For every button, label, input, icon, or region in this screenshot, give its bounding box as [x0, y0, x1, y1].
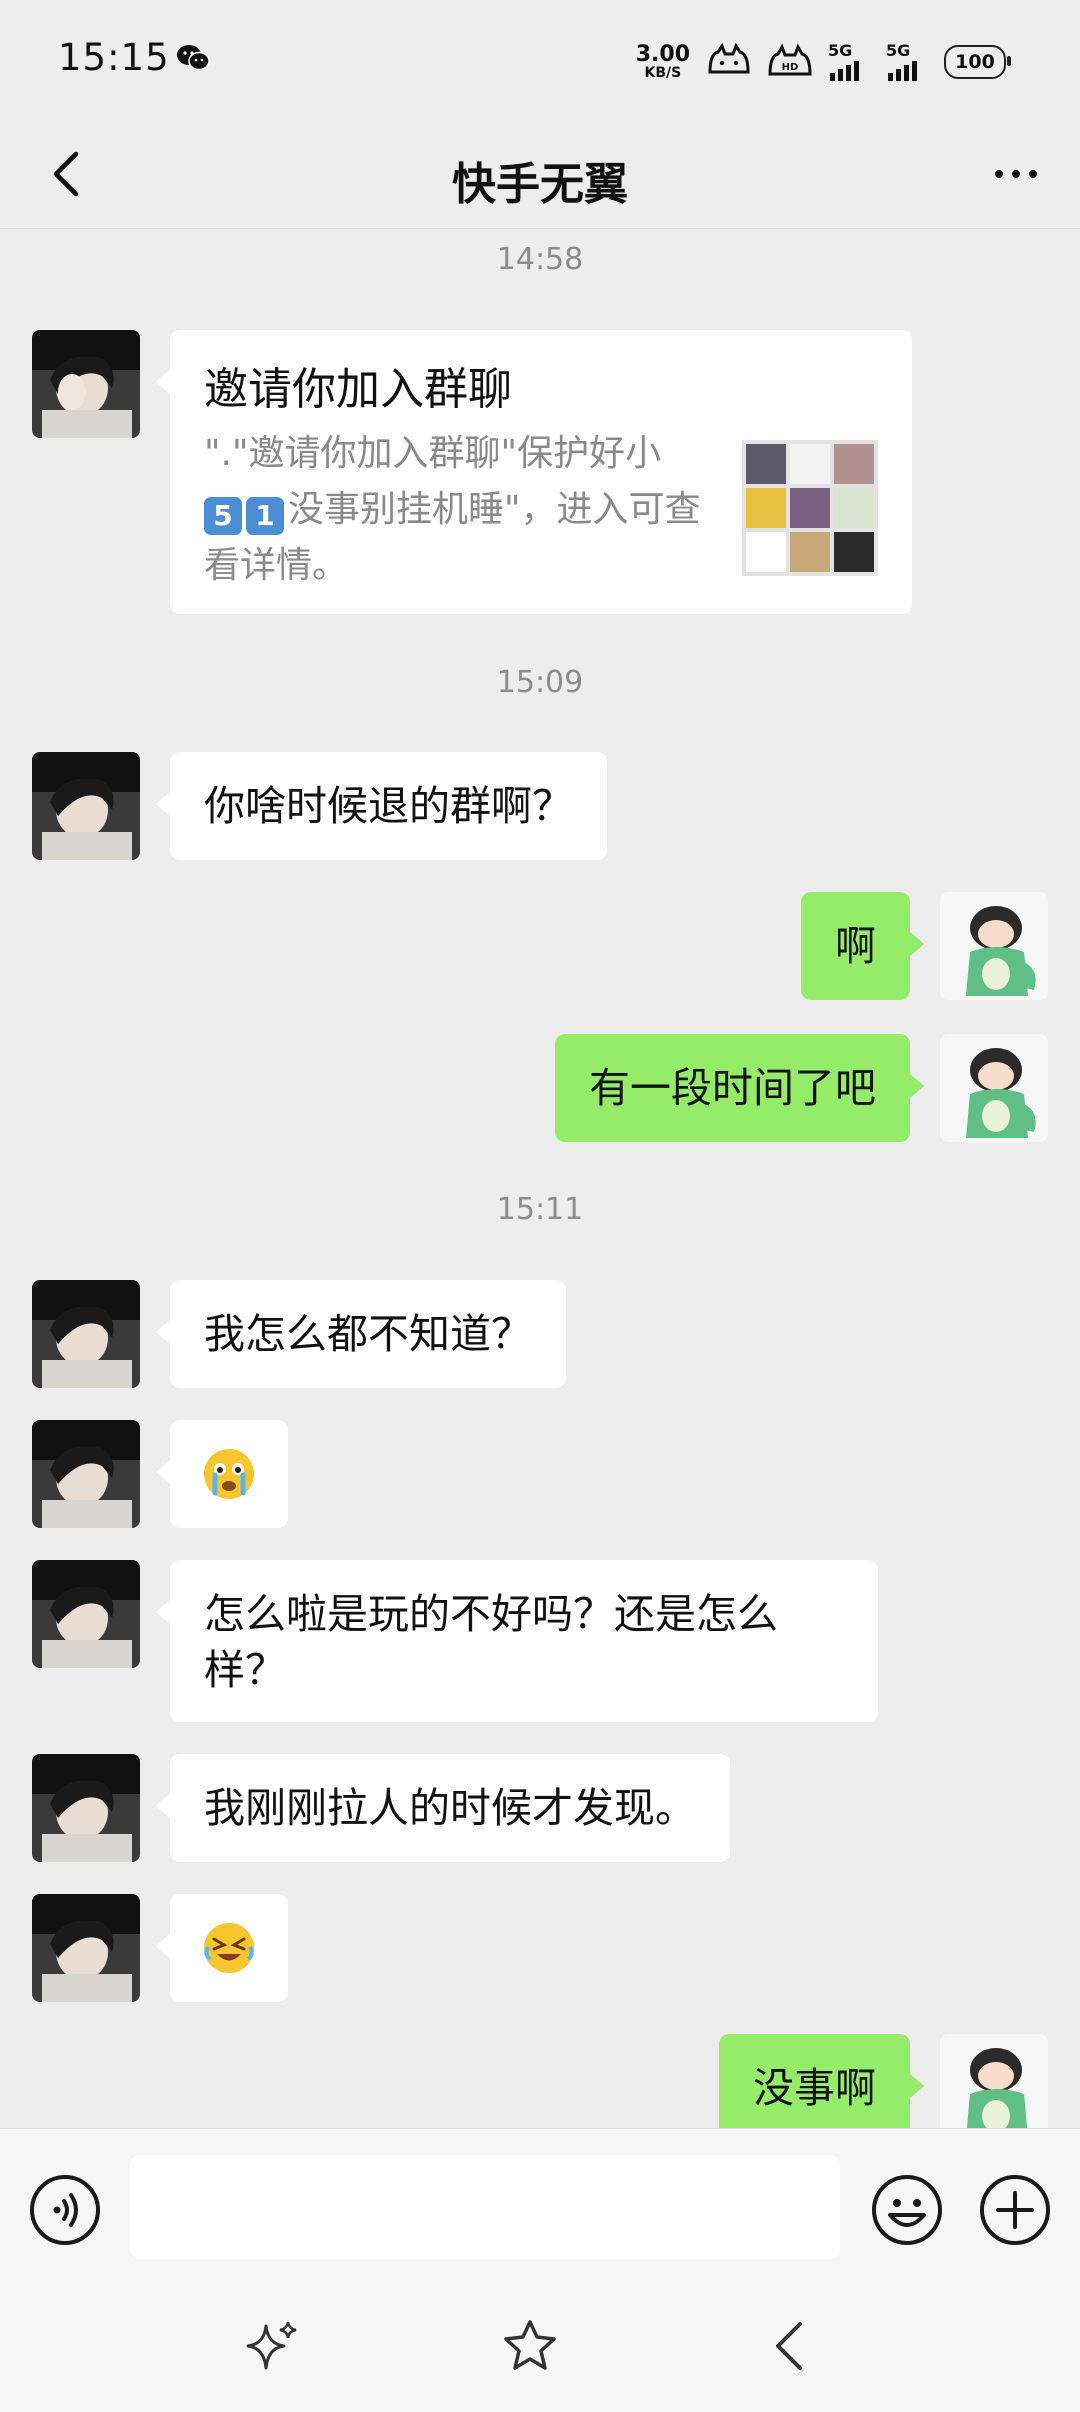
laughing-tears-emoji-icon	[204, 1923, 254, 1973]
my-avatar[interactable]	[940, 892, 1048, 1000]
message-bubble-emoji[interactable]	[156, 1420, 288, 1528]
message-bubble-sent[interactable]: 啊	[801, 892, 924, 1000]
cat-hd-icon: HD	[768, 43, 812, 76]
timestamp: 15:11	[496, 1192, 584, 1227]
status-bar: 15:15 3.00 KB/S HD 5G 5G 100	[0, 0, 1080, 120]
chat-header: 快手无翼	[0, 120, 1080, 229]
battery-level: 100	[955, 51, 995, 73]
avatar[interactable]	[32, 1420, 140, 1528]
my-avatar[interactable]	[940, 1034, 1048, 1142]
battery-icon: 100	[944, 45, 1011, 79]
invite-description: "."邀请你加入群聊"保护好小 5 1 没事别挂机睡"，进入可查看详情。	[204, 426, 704, 594]
svg-text:HD: HD	[782, 62, 799, 73]
home-star-icon[interactable]	[498, 2314, 562, 2378]
wechat-icon	[177, 45, 210, 71]
avatar[interactable]	[32, 1754, 140, 1862]
signal-5g-icon: 5G	[828, 43, 872, 81]
emoji-icon[interactable]	[870, 2173, 944, 2247]
my-avatar[interactable]	[940, 2034, 1048, 2142]
avatar[interactable]	[32, 1560, 140, 1668]
message-bubble-sent[interactable]: 有一段时间了吧	[555, 1034, 924, 1142]
voice-input-icon[interactable]	[28, 2173, 102, 2247]
system-navigation-bar	[0, 2280, 1080, 2412]
invite-title: 邀请你加入群聊	[204, 364, 512, 415]
timestamp: 14:58	[496, 242, 584, 277]
sparkle-icon[interactable]	[240, 2314, 304, 2378]
avatar[interactable]	[32, 330, 140, 438]
message-bubble-sent[interactable]: 没事啊	[719, 2034, 924, 2142]
keycap-five: 5	[204, 497, 242, 535]
network-speed: 3.00 KB/S	[635, 42, 690, 81]
message-bubble-received[interactable]: 怎么啦是玩的不好吗？还是怎么样？	[156, 1560, 878, 1722]
status-icons: 3.00 KB/S HD 5G 5G 100	[635, 40, 1011, 84]
avatar[interactable]	[32, 752, 140, 860]
signal-label: 5G	[886, 41, 911, 60]
plus-icon[interactable]	[978, 2173, 1052, 2247]
status-time: 15:15	[58, 36, 170, 79]
message-bubble-received[interactable]: 你啥时候退的群啊？	[156, 752, 607, 860]
message-bubble-received[interactable]: 我刚刚拉人的时候才发现。	[156, 1754, 730, 1862]
input-bar	[0, 2128, 1080, 2281]
message-input[interactable]	[130, 2155, 840, 2259]
group-avatar-grid	[742, 440, 878, 576]
back-nav-icon[interactable]	[758, 2314, 822, 2378]
crying-emoji-icon	[204, 1449, 254, 1499]
network-speed-unit: KB/S	[644, 65, 682, 81]
timestamp: 15:09	[496, 665, 584, 700]
message-bubble-emoji[interactable]	[156, 1894, 288, 2002]
keycap-one: 1	[246, 497, 284, 535]
signal-5g-icon: 5G	[886, 43, 930, 81]
message-bubble-received[interactable]: 我怎么都不知道？	[156, 1280, 566, 1388]
signal-label: 5G	[828, 41, 853, 60]
cat-face-icon	[708, 42, 750, 74]
more-options-icon[interactable]	[976, 134, 1056, 214]
network-speed-value: 3.00	[635, 42, 690, 67]
avatar[interactable]	[32, 1280, 140, 1388]
avatar[interactable]	[32, 1894, 140, 2002]
invite-desc-text: "."邀请你加入群聊"保护好小	[204, 433, 662, 474]
group-invite-card[interactable]: 邀请你加入群聊 "."邀请你加入群聊"保护好小 5 1 没事别挂机睡"，进入可查看详…	[156, 330, 912, 614]
chat-title: 快手无翼	[452, 159, 628, 210]
